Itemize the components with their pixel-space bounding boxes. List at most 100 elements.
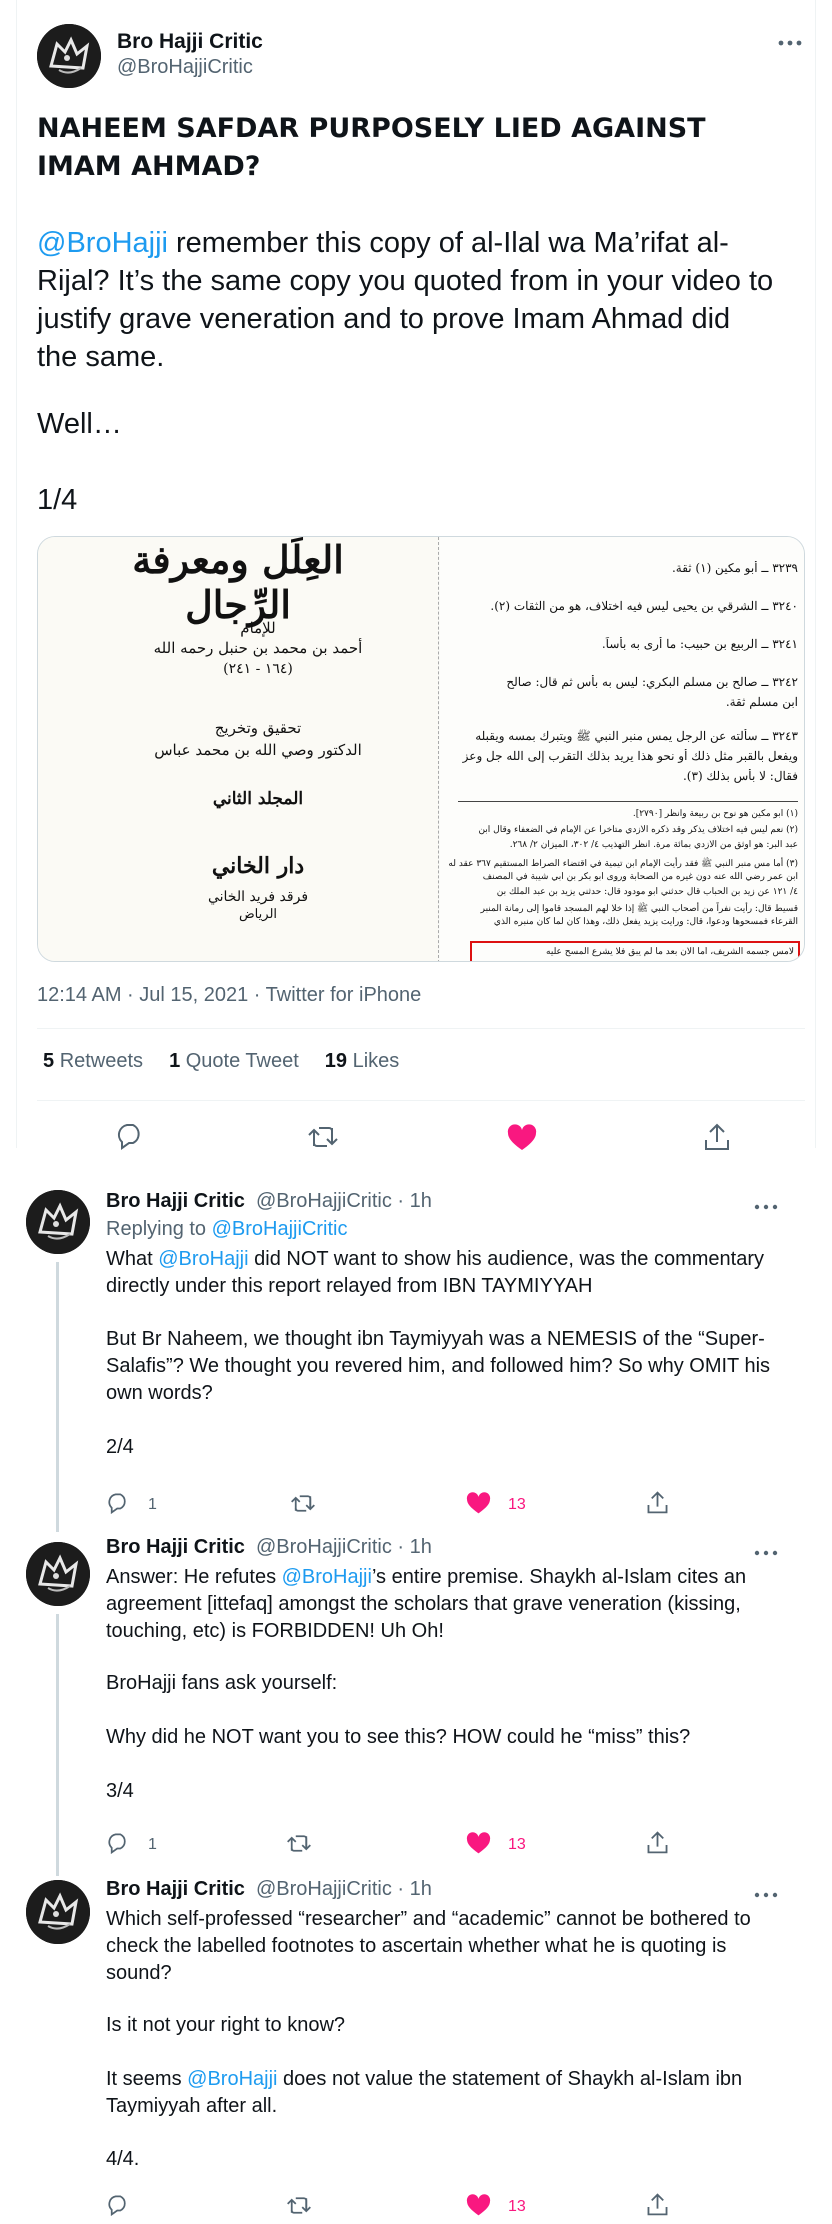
avatar[interactable] <box>37 24 101 88</box>
likes-stat[interactable]: 19 Likes <box>325 1050 400 1073</box>
book-line8: فرقد فريد الخاني <box>207 889 309 905</box>
thread-connector <box>56 1512 59 1524</box>
like-count: 13 <box>508 1836 526 1853</box>
avatar-logo <box>37 24 101 88</box>
page-divider <box>438 537 439 961</box>
report-line: ٣٢٣٩ ــ أبو مكين (١) ثقة. <box>671 561 798 575</box>
tweet-timestamp[interactable]: 12:14 AM · Jul 15, 2021 · Twitter for iP… <box>37 984 421 1007</box>
footnote-line: ابن عمر رضي الله عنه دون غيره من الصحابة… <box>482 872 798 882</box>
like-icon[interactable] <box>466 2194 491 2222</box>
mention-link[interactable]: @BroHajji <box>187 2068 277 2090</box>
more-icon[interactable] <box>754 1538 778 1564</box>
footnote-line: ٤/ ١٢١ عن زيد بن الحباب قال حدثني أبو مو… <box>496 887 798 897</box>
author-meta[interactable]: @BroHajjiCritic · 1h <box>256 1878 432 1901</box>
report-line: ٣٢٤٢ ــ صالح بن مسلم البكري: ليس به بأس … <box>506 675 798 689</box>
reply-count: 1 <box>148 1496 157 1513</box>
report-line: ٣٢٤٠ ــ الشرقي بن يحيى ليس فيه اختلاف، ه… <box>490 599 798 613</box>
author-name[interactable]: Bro Hajji Critic <box>106 1878 245 1901</box>
book-content-page: ٣٢٣٩ ــ أبو مكين (١) ثقة. ٣٢٤٠ ــ الشرقي… <box>440 537 804 961</box>
footnote-separator <box>458 801 798 802</box>
footnote-line: لامس جسمه الشريف، أما الآن بعد ما لم يبق… <box>546 947 794 957</box>
like-icon[interactable] <box>466 1832 491 1860</box>
quote-tweets-stat[interactable]: 1 Quote Tweet <box>169 1050 299 1073</box>
avatar[interactable] <box>26 1880 90 1944</box>
reply-paragraph: But Br Naheem, we thought ibn Taymiyyah … <box>106 1328 771 1404</box>
author-handle[interactable]: @BroHajjiCritic <box>117 56 253 79</box>
divider <box>37 1100 805 1101</box>
avatar-logo <box>26 1880 90 1944</box>
footnote-line: قسيط قال: رأيت نفراً من أصحاب النبي ﷺ إذ… <box>480 904 798 914</box>
avatar[interactable] <box>26 1190 90 1254</box>
mention-link[interactable]: @BroHajji <box>282 1566 372 1588</box>
report-line: ويفعل بالقبر مثل ذلك أو نحو هذا يريد بذل… <box>462 749 798 763</box>
book-line7: دار الخاني <box>211 853 305 879</box>
thread-connector <box>56 1262 59 1532</box>
like-icon[interactable] <box>466 1492 491 1520</box>
avatar-logo <box>26 1542 90 1606</box>
divider <box>37 1028 805 1029</box>
mention-link[interactable]: @BroHajji <box>37 227 168 259</box>
reply-paragraph: 4/4. <box>106 2148 140 2170</box>
reply-tweet: Bro Hajji Critic @BroHajjiCritic · 1h Wh… <box>0 1866 832 2224</box>
author-meta[interactable]: @BroHajjiCritic · 1h <box>256 1190 432 1213</box>
author-name[interactable]: Bro Hajji Critic <box>106 1190 245 1213</box>
footnote-line: (١) أبو مكين هو نوح بن ربيعة وانظر [٢٧٩٠… <box>632 809 798 819</box>
reply-tweet: Bro Hajji Critic @BroHajjiCritic · 1h Re… <box>0 1168 832 1532</box>
retweets-stat[interactable]: 5 Retweets <box>43 1050 143 1073</box>
retweet-icon[interactable] <box>286 1833 312 1859</box>
tweet-text: NAHEEM SAFDAR PURPOSELY LIED AGAINST IMA… <box>37 110 777 376</box>
reply-tweet: Bro Hajji Critic @BroHajjiCritic · 1h An… <box>0 1512 832 1876</box>
reply-paragraph: 3/4 <box>106 1780 134 1802</box>
reply-count: 1 <box>148 1836 157 1853</box>
reply-paragraph: Answer: He refutes @BroHajji’s entire pr… <box>106 1566 747 1642</box>
mention-link[interactable]: @BroHajji <box>158 1248 248 1270</box>
report-line: فقال: لا بأس بذلك (٣). <box>682 769 798 783</box>
book-line1: للإمام <box>240 619 276 637</box>
thread-count: 1/4 <box>37 484 78 516</box>
book-line2: أحمد بن محمد بن حنبل رحمه الله <box>153 639 363 657</box>
more-icon[interactable] <box>754 1880 778 1906</box>
avatar-logo <box>26 1190 90 1254</box>
retweet-icon[interactable] <box>290 1493 316 1519</box>
author-name[interactable]: Bro Hajji Critic <box>117 30 263 54</box>
footnote-line: (٢) نعم ليس فيه اختلاف يذكر وقد ذكره الأ… <box>478 825 798 835</box>
report-line: ٣٢٤٣ ــ سألته عن الرجل يمس منبر النبي ﷺ … <box>475 729 798 743</box>
tweet-media-image[interactable]: العِلَل ومعرفة الرِّجال للإمام أحمد بن م… <box>37 536 805 962</box>
book-line6: المجلد الثاني <box>212 789 304 809</box>
like-count: 13 <box>508 1496 526 1513</box>
book-line9: الرياض <box>238 907 278 922</box>
more-icon[interactable] <box>777 28 803 54</box>
mention-link[interactable]: @BroHajjiCritic <box>212 1218 348 1240</box>
footnote-line: عبد البر: هو أوثق من الأزدي بمائة مرة. ا… <box>509 840 798 850</box>
reply-paragraph: Is it not your right to know? <box>106 2014 346 2036</box>
book-title-page: العِلَل ومعرفة الرِّجال للإمام أحمد بن م… <box>38 537 438 961</box>
more-icon[interactable] <box>754 1192 778 1218</box>
reply-icon[interactable] <box>106 1492 130 1519</box>
share-icon[interactable] <box>646 2192 669 2222</box>
reply-icon[interactable] <box>106 1832 130 1859</box>
footnote-line: (٣) أما مس منبر النبي ﷺ فقد رأيت الإمام … <box>448 859 798 869</box>
reply-paragraph: BroHajji fans ask yourself: <box>106 1672 338 1694</box>
avatar[interactable] <box>26 1542 90 1606</box>
engagement-stats: 5 Retweets 1 Quote Tweet 19 Likes <box>43 1050 399 1073</box>
reply-icon[interactable] <box>106 2194 130 2221</box>
reply-paragraph: Which self-professed “researcher” and “a… <box>106 1908 751 1984</box>
footnote-line: القرعاء فمسحوها ودعوا، قال: ورأيت يزيد ي… <box>493 917 798 927</box>
book-title: العِلَل ومعرفة الرِّجال <box>132 537 344 627</box>
share-icon[interactable] <box>703 1122 731 1157</box>
retweet-icon[interactable] <box>286 2195 312 2221</box>
share-icon[interactable] <box>646 1490 669 1520</box>
main-tweet: Bro Hajji Critic @BroHajjiCritic NAHEEM … <box>16 0 816 1150</box>
author-name[interactable]: Bro Hajji Critic <box>106 1536 245 1559</box>
like-count: 13 <box>508 2198 526 2215</box>
author-meta[interactable]: @BroHajjiCritic · 1h <box>256 1536 432 1559</box>
reply-paragraph: What @BroHajji did NOT want to show his … <box>106 1248 765 1297</box>
retweet-icon[interactable] <box>307 1124 339 1155</box>
thread-connector <box>56 1614 59 1876</box>
reply-icon[interactable] <box>115 1122 145 1155</box>
like-icon[interactable] <box>507 1124 537 1157</box>
reply-paragraph: 2/4 <box>106 1436 134 1458</box>
share-icon[interactable] <box>646 1830 669 1860</box>
book-line4: تحقيق وتخريج <box>214 719 302 737</box>
report-line: ابن مسلم ثقة. <box>725 695 798 709</box>
